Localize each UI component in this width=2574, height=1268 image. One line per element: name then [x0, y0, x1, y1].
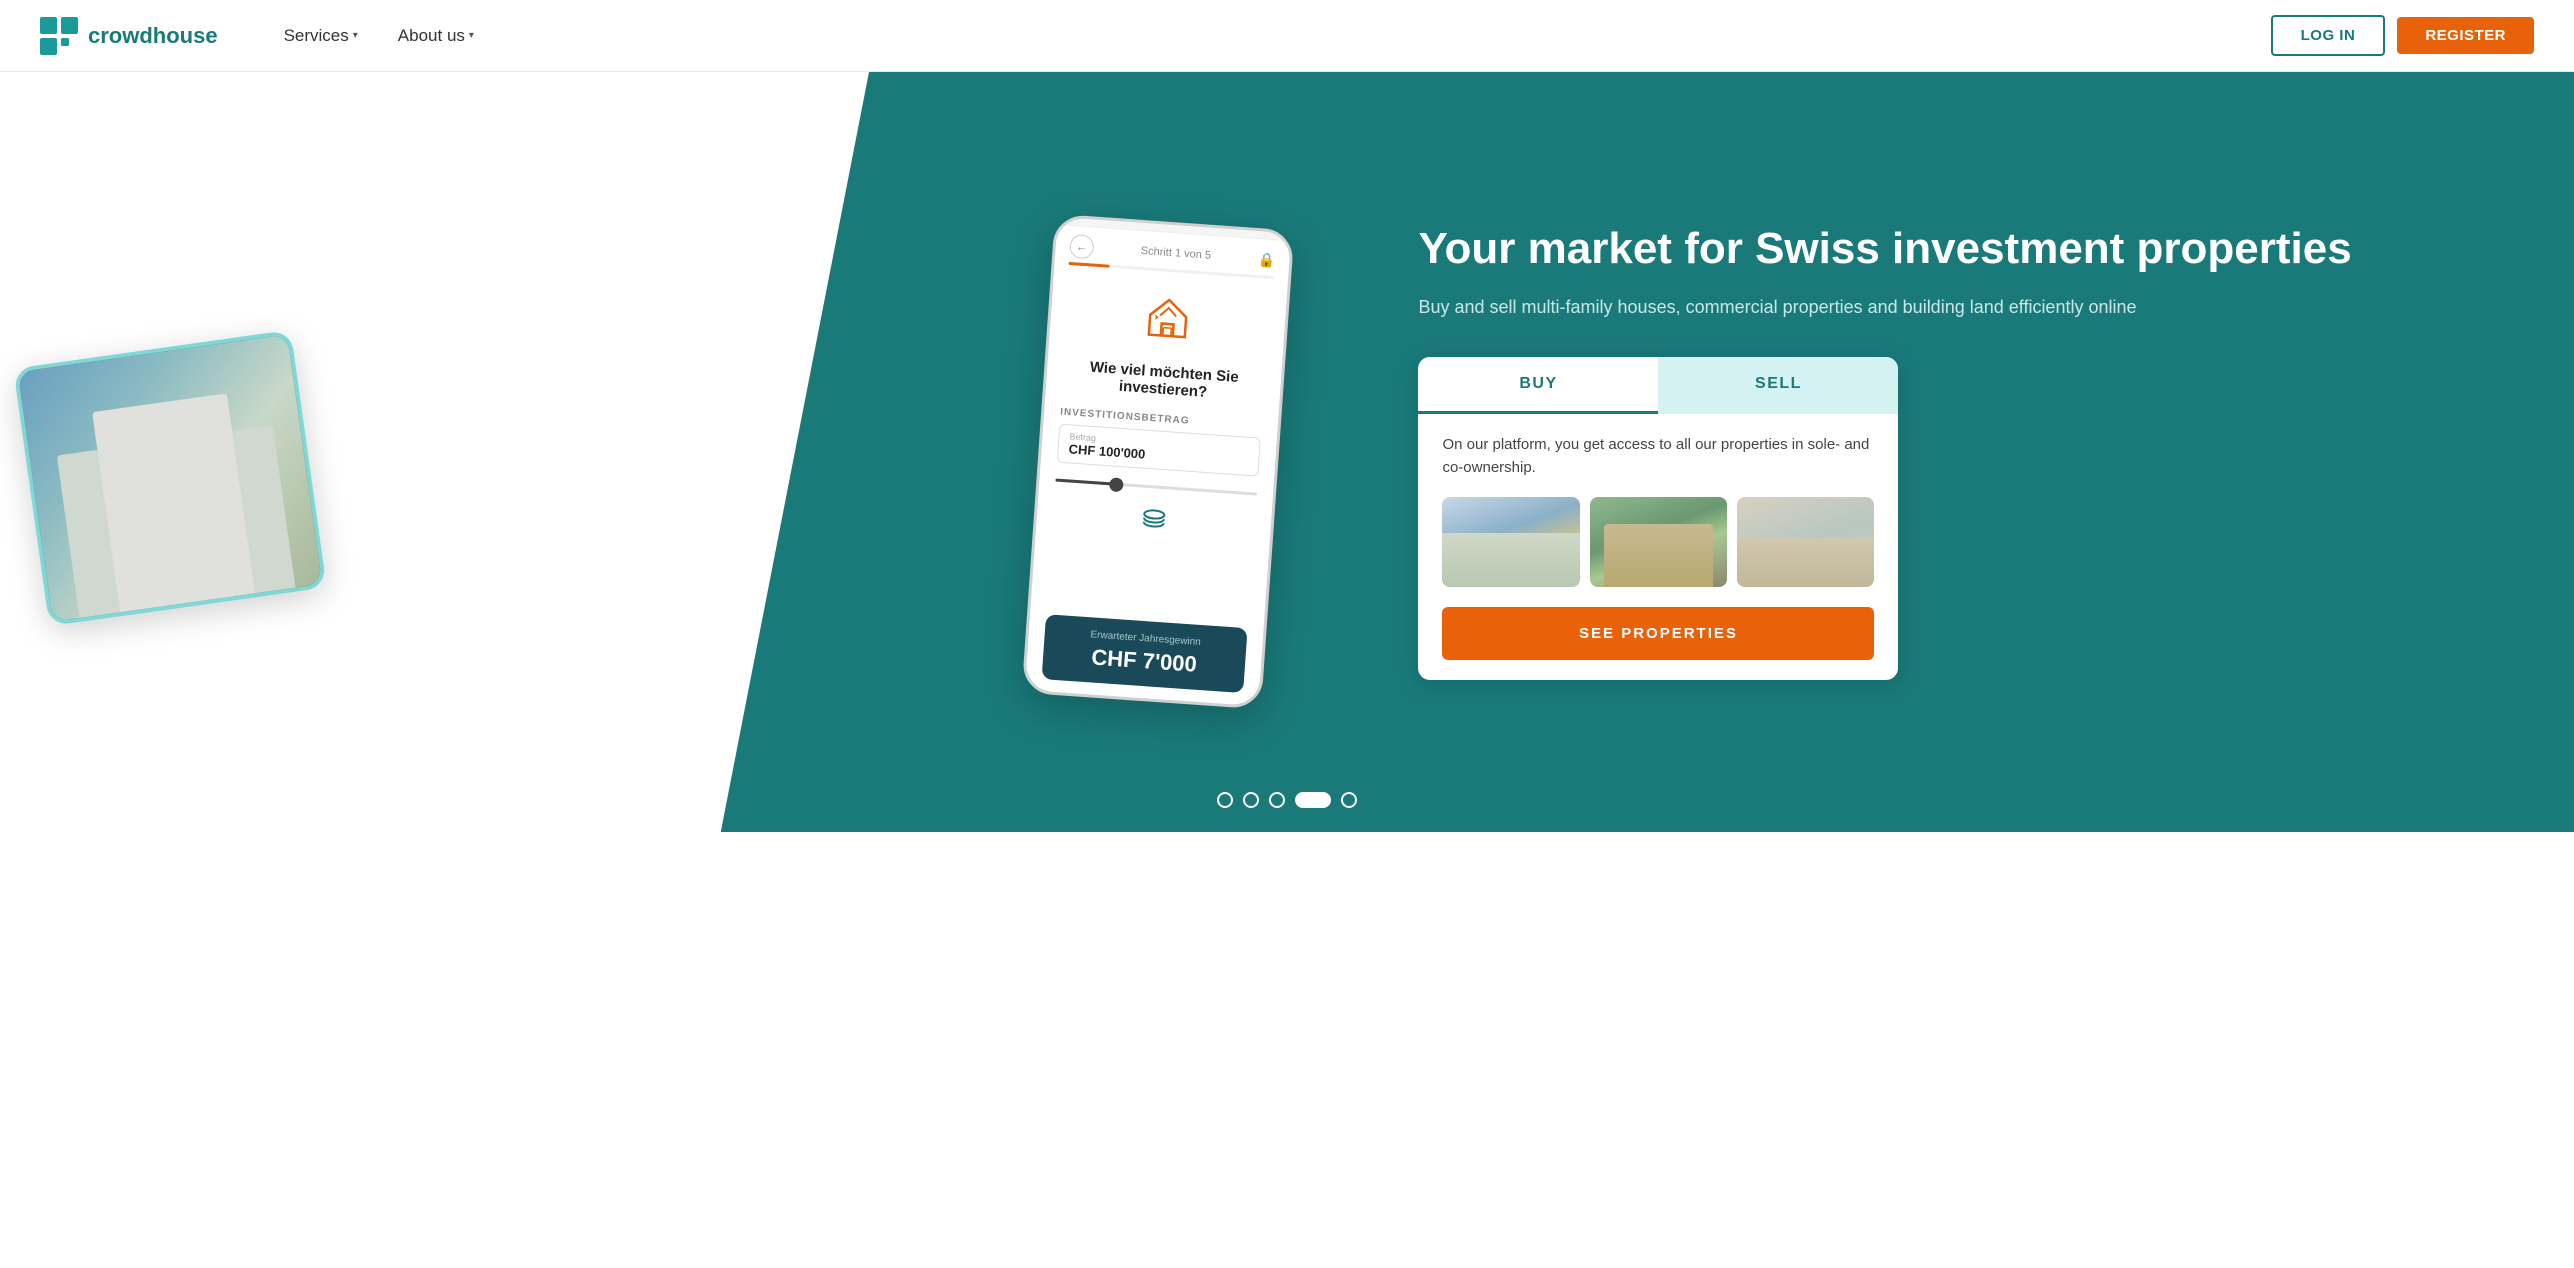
- phone-result-card: Erwarteter Jahresgewinn CHF 7'000: [1042, 614, 1248, 693]
- pagination-dot-2[interactable]: [1243, 792, 1259, 808]
- phone-input-group: Betrag CHF 100'000: [1057, 424, 1261, 477]
- building-image: [18, 334, 322, 621]
- hero-subtitle: Buy and sell multi-family houses, commer…: [1418, 294, 2514, 321]
- logo[interactable]: crowdhouse: [40, 17, 218, 55]
- nav-services-label: Services: [284, 26, 349, 46]
- hero-title: Your market for Swiss investment propert…: [1418, 224, 2514, 275]
- nav-services[interactable]: Services ▾: [268, 18, 374, 54]
- hero-left: ← Schritt 1 von 5 🔒 Wie: [0, 72, 1338, 832]
- phone-body: Wie viel möchten Sie investieren? INVEST…: [1025, 264, 1288, 706]
- coin-stack-icon: [1137, 503, 1172, 544]
- phone-slider-thumb: [1109, 477, 1124, 492]
- logo-icon: [40, 17, 78, 55]
- hero-section: ← Schritt 1 von 5 🔒 Wie: [0, 72, 2574, 832]
- phone-mockup: ← Schritt 1 von 5 🔒 Wie: [1022, 214, 1295, 710]
- property-image-1: [1442, 497, 1579, 587]
- pagination-dot-1[interactable]: [1217, 792, 1233, 808]
- main-nav: Services ▾ About us ▾: [268, 18, 2271, 54]
- property-images: [1442, 497, 1874, 587]
- building-card: [13, 330, 326, 626]
- nav-about-label: About us: [398, 26, 465, 46]
- phone-step-label: Schritt 1 von 5: [1141, 245, 1212, 262]
- pagination: [1217, 792, 1357, 808]
- see-properties-button[interactable]: SEE PROPERTIES: [1442, 607, 1874, 660]
- nav-about[interactable]: About us ▾: [382, 18, 490, 54]
- phone-lock-icon: 🔒: [1258, 251, 1277, 269]
- register-button[interactable]: REGISTER: [2397, 17, 2534, 54]
- card-body: On our platform, you get access to all o…: [1418, 414, 1898, 680]
- property-image-2: [1590, 497, 1727, 587]
- phone-back-button[interactable]: ←: [1069, 234, 1095, 260]
- about-chevron-icon: ▾: [469, 30, 474, 41]
- pagination-dot-5[interactable]: [1341, 792, 1357, 808]
- phone-question: Wie viel möchten Sie investieren?: [1062, 357, 1266, 405]
- phone-slider-fill: [1056, 478, 1117, 485]
- phone-slider[interactable]: [1056, 478, 1258, 495]
- tab-buy[interactable]: BUY: [1418, 357, 1658, 414]
- card-description: On our platform, you get access to all o…: [1442, 434, 1874, 479]
- services-chevron-icon: ▾: [353, 30, 358, 41]
- pagination-dot-4-active[interactable]: [1295, 792, 1331, 808]
- header-actions: LOG IN REGISTER: [2271, 15, 2534, 56]
- tab-row: BUY SELL: [1418, 357, 1898, 414]
- buy-sell-card: BUY SELL On our platform, you get access…: [1418, 357, 1898, 680]
- tab-sell[interactable]: SELL: [1658, 357, 1898, 414]
- hero-right: Your market for Swiss investment propert…: [1338, 72, 2574, 832]
- pagination-dot-3[interactable]: [1269, 792, 1285, 808]
- login-button[interactable]: LOG IN: [2271, 15, 2386, 56]
- phone-field-label: INVESTITIONSBETRAG: [1060, 407, 1190, 427]
- header: crowdhouse Services ▾ About us ▾ LOG IN …: [0, 0, 2574, 72]
- house-puzzle-icon: [1140, 290, 1196, 353]
- logo-text: crowdhouse: [88, 23, 218, 49]
- property-image-3: [1737, 497, 1874, 587]
